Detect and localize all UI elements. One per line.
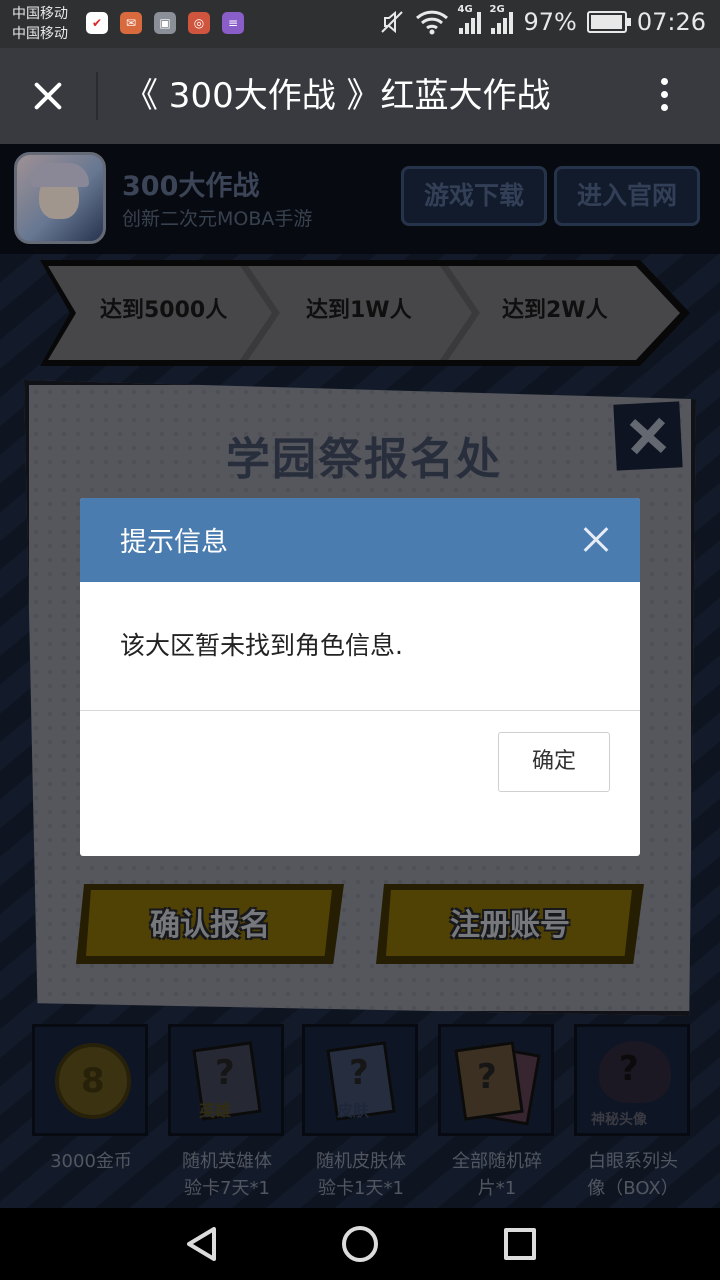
network-2g-label: 2G [489,4,505,15]
more-options-icon[interactable] [644,78,684,118]
clock: 07:26 [636,8,706,36]
notification-icons: ✔ ✉ ▣ ◎ ≡ [86,12,244,34]
title-bar: 《 300大作战 》红蓝大作战 [0,48,720,144]
mute-icon [381,10,404,34]
notification-mail-icon: ✉ [120,12,142,34]
dialog-close-icon[interactable] [582,526,610,554]
wifi-icon [416,10,449,35]
notification-list-icon: ≡ [222,12,244,34]
back-icon[interactable] [184,1226,220,1262]
dialog-title: 提示信息 [120,527,228,558]
status-bar: 中国移动 中国移动 ✔ ✉ ▣ ◎ ≡ 4G 2G 97% 07:26 [0,0,720,48]
navigation-bar [0,1208,720,1280]
page-title: 《 300大作战 》红蓝大作战 [124,76,551,116]
carrier-info: 中国移动 中国移动 [12,4,68,44]
signal-2g-icon: 2G [489,4,514,34]
dialog-header: 提示信息 [80,498,640,582]
dialog-message: 该大区暂未找到角色信息. [120,631,403,660]
dialog-ok-button[interactable]: 确定 [498,732,610,792]
home-icon[interactable] [342,1226,378,1262]
carrier-1: 中国移动 [12,6,68,22]
status-right: 4G 2G 97% 07:26 [379,4,706,36]
info-dialog: 提示信息 该大区暂未找到角色信息. 确定 [80,498,640,856]
battery-icon [586,11,631,33]
close-icon[interactable] [22,70,74,122]
dialog-divider [80,710,640,711]
notification-image-icon: ▣ [154,12,176,34]
carrier-2: 中国移动 [12,26,68,42]
notification-app-icon: ✔ [86,12,108,34]
notification-circle-icon: ◎ [188,12,210,34]
signal-4g-icon: 4G [457,4,482,34]
title-divider [96,72,98,120]
recent-apps-icon[interactable] [504,1228,536,1260]
network-4g-label: 4G [457,4,473,15]
battery-percent: 97% [523,8,577,36]
